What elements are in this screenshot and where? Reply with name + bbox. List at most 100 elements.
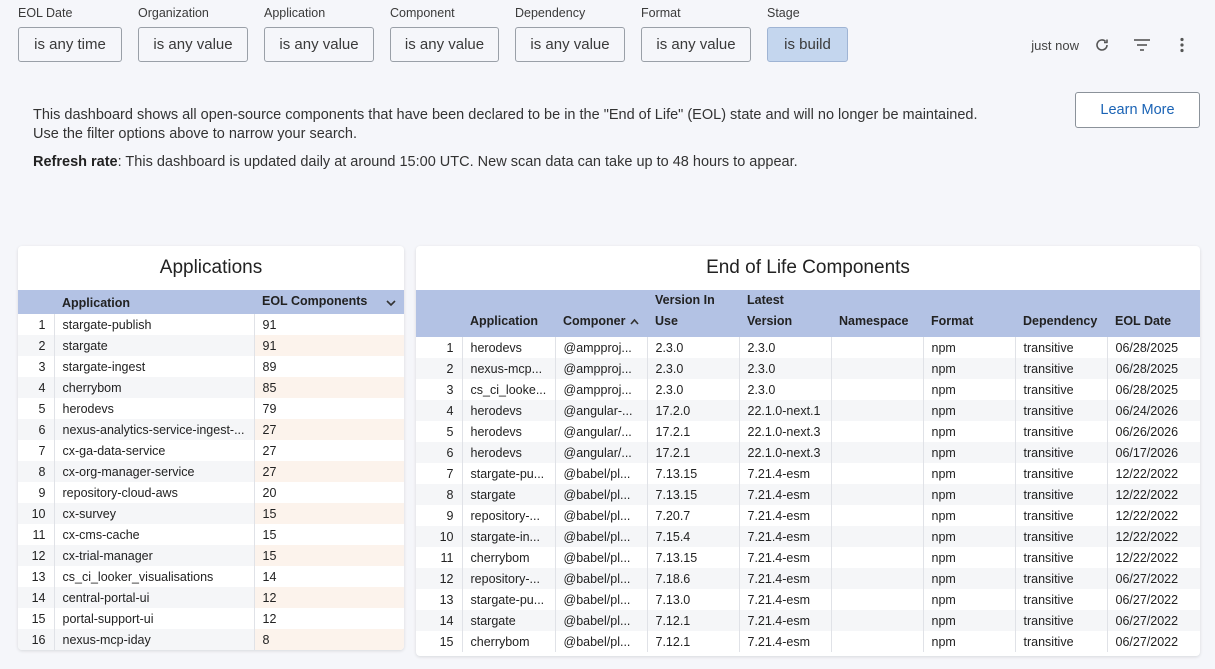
table-row[interactable]: 1 herodevs @ampproj... 2.3.0 2.3.0 npm transit… [416, 337, 1200, 358]
table-row[interactable]: 13 stargate-pu... @babel/pl... 7.13.0 7.21.4… [416, 589, 1200, 610]
applications-table: Application EOL Components 1 stargate-pub… [18, 290, 404, 650]
table-row[interactable]: 6 herodevs @angular/... 17.2.1 22.1.0-next.3… [416, 442, 1200, 463]
latest-version-cell: 7.21.4-esm [739, 568, 832, 589]
eol-date-column-header[interactable]: EOL Date [1107, 290, 1200, 337]
sort-ascending-icon[interactable] [629, 311, 639, 332]
table-row[interactable]: 16 nexus-mcp-iday 8 [18, 629, 404, 650]
version-in-use-cell: 7.15.4 [647, 526, 740, 547]
application-cell: herodevs [54, 398, 255, 419]
filter-lines-icon[interactable] [1131, 34, 1153, 56]
eol-count-cell: 12 [254, 587, 404, 608]
table-row[interactable]: 5 herodevs 79 [18, 398, 404, 419]
application-filter-button[interactable]: is any value [264, 27, 374, 62]
table-row[interactable]: 15 portal-support-ui 12 [18, 608, 404, 629]
eol-count-cell: 27 [254, 419, 404, 440]
eol-date-cell: 12/22/2022 [1107, 526, 1200, 547]
table-row[interactable]: 11 cx-cms-cache 15 [18, 524, 404, 545]
format-cell: npm [923, 484, 1016, 505]
eol-date-cell: 12/22/2022 [1115, 466, 1179, 481]
application-cell: repository-... [462, 568, 556, 589]
version-in-use-column-header[interactable]: Version In Use [647, 290, 739, 337]
component-cell: @angular/... [555, 421, 648, 442]
namespace-column-header[interactable]: Namespace [831, 290, 923, 337]
table-row[interactable]: 2 nexus-mcp... @ampproj... 2.3.0 2.3.0 npm tra… [416, 358, 1200, 379]
format-cell: npm [923, 505, 1016, 526]
table-row[interactable]: 13 cs_ci_looker_visualisations 14 [18, 566, 404, 587]
component-column-header[interactable]: Componer [555, 290, 647, 337]
row-index: 10 [416, 526, 463, 547]
eol-date-cell: 06/26/2026 [1115, 424, 1179, 439]
filter-label: Dependency [515, 6, 586, 20]
learn-more-button[interactable]: Learn More [1075, 92, 1200, 128]
namespace-cell [831, 505, 924, 526]
table-row[interactable]: 3 stargate-ingest 89 [18, 356, 404, 377]
eol-components-column-header[interactable]: EOL Components [254, 290, 404, 314]
eol-count-cell: 27 [254, 461, 404, 482]
namespace-cell [831, 358, 924, 379]
row-index: 16 [18, 629, 55, 650]
more-vertical-icon[interactable] [1171, 34, 1193, 56]
dependency-filter-button[interactable]: is any value [515, 27, 625, 62]
description-text: This dashboard shows all open-source com… [33, 106, 1043, 144]
version-in-use-cell: 7.13.0 [647, 589, 740, 610]
application-cell: herodevs [462, 421, 556, 442]
namespace-cell [831, 547, 924, 568]
latest-version-cell: 7.21.4-esm [739, 631, 832, 652]
row-index: 8 [416, 484, 463, 505]
organization-filter-button[interactable]: is any value [138, 27, 248, 62]
latest-version-cell: 2.3.0 [739, 337, 832, 358]
table-row[interactable]: 14 stargate @babel/pl... 7.12.1 7.21.4-esm np… [416, 610, 1200, 631]
table-row[interactable]: 5 herodevs @angular/... 17.2.1 22.1.0-next.3… [416, 421, 1200, 442]
table-row[interactable]: 3 cs_ci_looke... @ampproj... 2.3.0 2.3.0 npm t… [416, 379, 1200, 400]
component-filter-button[interactable]: is any value [390, 27, 499, 62]
eol-date-cell: 12/22/2022 [1115, 550, 1179, 565]
table-row[interactable]: 10 stargate-in... @babel/pl... 7.15.4 7.21.4… [416, 526, 1200, 547]
table-row[interactable]: 15 cherrybom @babel/pl... 7.12.1 7.21.4-esm n… [416, 631, 1200, 652]
dependency-cell: transitive [1015, 379, 1108, 400]
application-cell: cx-cms-cache [54, 524, 255, 545]
application-cell: central-portal-ui [54, 587, 255, 608]
table-row[interactable]: 8 stargate @babel/pl... 7.13.15 7.21.4-esm np… [416, 484, 1200, 505]
format-cell: npm [923, 463, 1016, 484]
namespace-cell [831, 442, 924, 463]
stage-filter-button[interactable]: is build [767, 27, 848, 62]
row-index: 13 [18, 566, 55, 587]
table-row[interactable]: 12 cx-trial-manager 15 [18, 545, 404, 566]
version-in-use-cell: 7.13.15 [647, 484, 740, 505]
table-row[interactable]: 6 nexus-analytics-service-ingest-... 27 [18, 419, 404, 440]
eol-components-title: End of Life Components [706, 257, 910, 278]
table-row[interactable]: 14 central-portal-ui 12 [18, 587, 404, 608]
latest-version-cell: 7.21.4-esm [739, 589, 832, 610]
format-column-header[interactable]: Format [923, 290, 1015, 337]
table-row[interactable]: 9 repository-... @babel/pl... 7.20.7 7.21.4-… [416, 505, 1200, 526]
row-index: 8 [18, 461, 55, 482]
refresh-icon[interactable] [1091, 34, 1113, 56]
row-index: 7 [416, 463, 463, 484]
latest-version-cell: 22.1.0-next.3 [739, 442, 832, 463]
table-row[interactable]: 12 repository-... @babel/pl... 7.18.6 7.21.4… [416, 568, 1200, 589]
table-row[interactable]: 9 repository-cloud-aws 20 [18, 482, 404, 503]
table-row[interactable]: 2 stargate 91 [18, 335, 404, 356]
eol-date-filter-button[interactable]: is any time [18, 27, 122, 62]
row-index: 9 [18, 482, 55, 503]
table-row[interactable]: 8 cx-org-manager-service 27 [18, 461, 404, 482]
table-row[interactable]: 4 herodevs @angular-... 17.2.0 22.1.0-next.1… [416, 400, 1200, 421]
application-cell: repository-... [462, 505, 556, 526]
dependency-cell: transitive [1015, 337, 1108, 358]
table-row[interactable]: 1 stargate-publish 91 [18, 314, 404, 335]
eol-date-cell: 06/28/2025 [1107, 358, 1200, 379]
table-row[interactable]: 4 cherrybom 85 [18, 377, 404, 398]
application-column-header[interactable]: Application [462, 290, 555, 337]
table-row[interactable]: 7 cx-ga-data-service 27 [18, 440, 404, 461]
table-row[interactable]: 7 stargate-pu... @babel/pl... 7.13.15 7.21.4… [416, 463, 1200, 484]
latest-version-column-header[interactable]: Latest Version [739, 290, 831, 337]
version-in-use-cell: 17.2.1 [647, 442, 740, 463]
table-row[interactable]: 11 cherrybom @babel/pl... 7.13.15 7.21.4-esm… [416, 547, 1200, 568]
application-column-header[interactable]: Application [54, 290, 254, 314]
chevron-down-icon[interactable] [386, 296, 396, 310]
format-cell: npm [923, 442, 1016, 463]
format-filter-button[interactable]: is any value [641, 27, 751, 62]
dependency-column-header[interactable]: Dependency [1015, 290, 1107, 337]
table-row[interactable]: 10 cx-survey 15 [18, 503, 404, 524]
version-in-use-cell: 2.3.0 [647, 337, 740, 358]
